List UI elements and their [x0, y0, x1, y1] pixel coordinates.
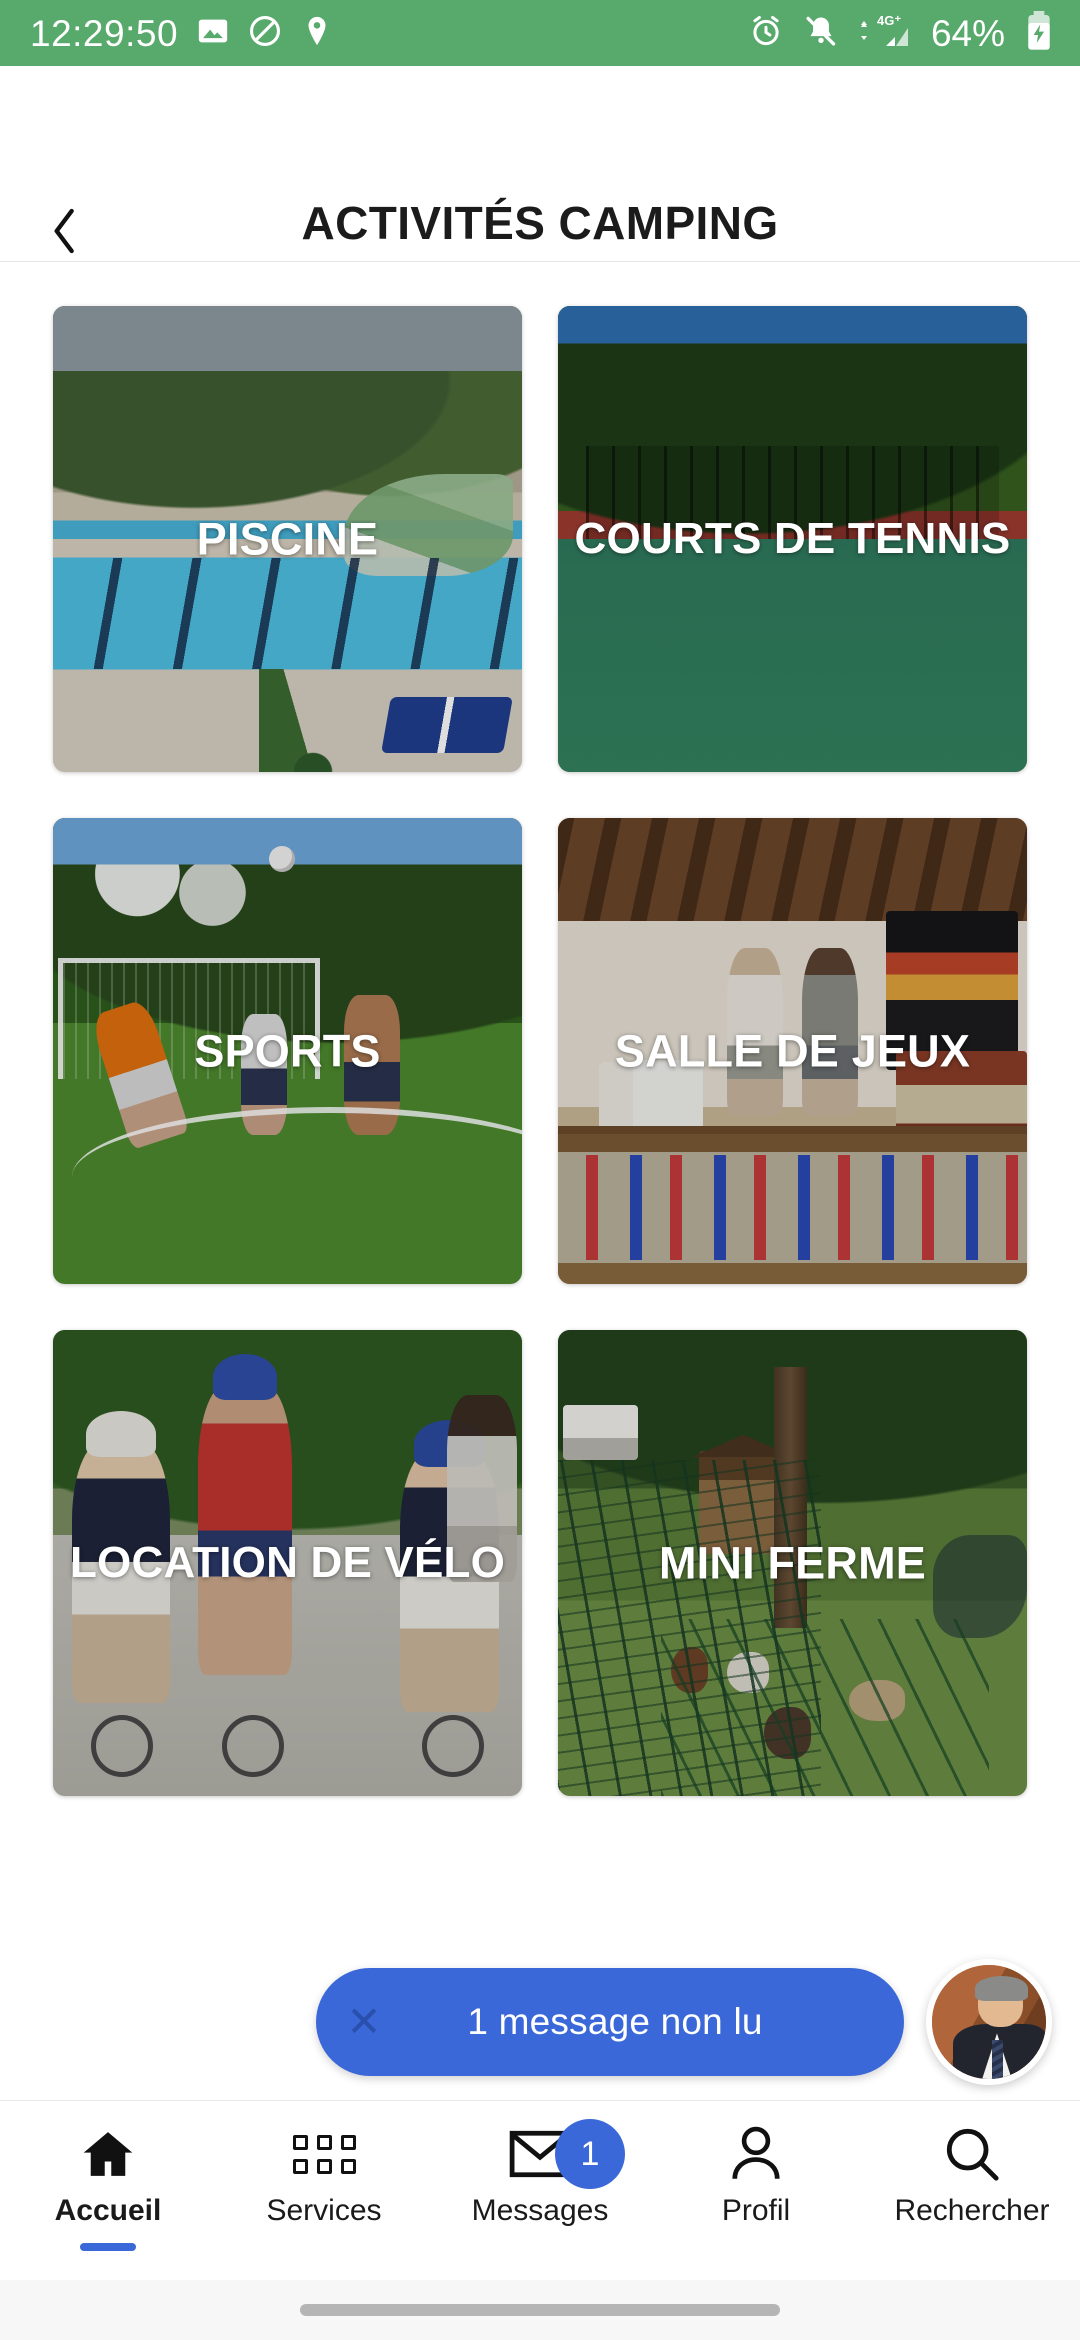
activity-label: COURTS DE TENNIS [574, 513, 1011, 563]
activity-label: MINI FERME [659, 1537, 926, 1589]
alarm-clock-icon [748, 13, 784, 54]
svg-text:4G⁺: 4G⁺ [877, 13, 901, 28]
nav-label: Profil [721, 2194, 791, 2227]
location-pin-icon [300, 14, 334, 53]
activity-card-location-de-velo[interactable]: LOCATION DE VÉLO [53, 1330, 522, 1796]
battery-charging-icon [1024, 10, 1054, 56]
nav-item-accueil[interactable]: Accueil [0, 2123, 216, 2251]
unread-message-pill[interactable]: ✕ 1 message non lu [316, 1968, 904, 2076]
avatar[interactable] [926, 1959, 1052, 2085]
image-icon [196, 14, 230, 53]
activity-card-piscine[interactable]: PISCINE [53, 306, 522, 772]
bottom-navigation: Accueil Services 1 Messages Profil Reche… [0, 2100, 1080, 2280]
nav-item-profil[interactable]: Profil [648, 2123, 864, 2226]
activity-label: PISCINE [196, 513, 379, 565]
do-not-disturb-icon [248, 14, 282, 53]
activity-grid: PISCINE COURTS DE TENNIS SPORTS SALLE DE… [53, 306, 1027, 1796]
status-clock: 12:29:50 [30, 12, 179, 54]
close-icon[interactable]: ✕ [316, 2001, 412, 2043]
messages-badge: 1 [555, 2119, 625, 2189]
search-icon [943, 2123, 1001, 2185]
battery-percent-label: 64% [930, 12, 1005, 54]
page-title: ACTIVITÉS CAMPING [301, 197, 779, 249]
activity-label: SALLE DE JEUX [614, 1025, 971, 1077]
activity-card-salle-de-jeux[interactable]: SALLE DE JEUX [558, 818, 1027, 1284]
nav-label: Services [266, 2194, 382, 2227]
app-bar: ACTIVITÉS CAMPING [0, 66, 1080, 262]
nav-label: Accueil [54, 2194, 162, 2227]
envelope-icon: 1 [509, 2119, 625, 2189]
activity-card-mini-ferme[interactable]: MINI FERME [558, 1330, 1027, 1796]
activity-label: LOCATION DE VÉLO [69, 1537, 506, 1587]
activity-card-tennis[interactable]: COURTS DE TENNIS [558, 306, 1027, 772]
unread-message-bar: ✕ 1 message non lu [0, 1944, 1080, 2100]
home-gesture-bar[interactable] [300, 2304, 780, 2316]
nav-item-services[interactable]: Services [216, 2123, 432, 2226]
active-tab-indicator [80, 2243, 136, 2251]
status-bar: 12:29:50 4G⁺ 64% [0, 0, 1080, 66]
home-icon [78, 2123, 138, 2185]
grid-icon [292, 2123, 356, 2185]
activity-label: SPORTS [194, 1025, 381, 1077]
nav-item-rechercher[interactable]: Rechercher [864, 2123, 1080, 2226]
status-bar-left: 12:29:50 [30, 14, 334, 53]
status-bar-right: 4G⁺ 64% [748, 10, 1054, 56]
person-icon [729, 2123, 783, 2185]
nav-label: Messages [471, 2194, 609, 2227]
nav-item-messages[interactable]: 1 Messages [432, 2119, 648, 2227]
gesture-area [0, 2280, 1080, 2340]
app-screen: 12:29:50 4G⁺ 64% ACTIVITÉS CAMPING PISCI… [0, 0, 1080, 2340]
signal-4g-icon: 4G⁺ [858, 12, 912, 55]
activity-card-sports[interactable]: SPORTS [53, 818, 522, 1284]
unread-message-label: 1 message non lu [467, 2001, 763, 2042]
notifications-muted-icon [803, 13, 839, 54]
nav-label: Rechercher [894, 2194, 1050, 2227]
